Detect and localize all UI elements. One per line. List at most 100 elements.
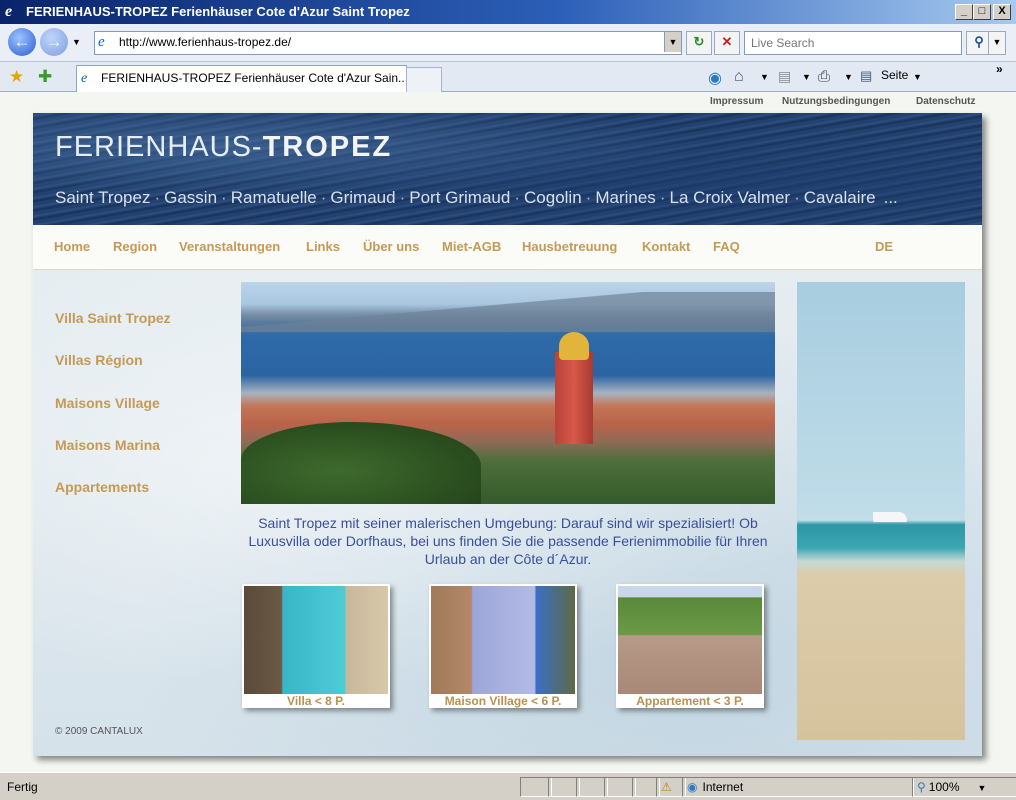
page-icon: e — [98, 34, 105, 50]
nav-region[interactable]: Region — [113, 239, 157, 254]
nav-veranstaltungen[interactable]: Veranstaltungen — [179, 239, 280, 254]
place-cavalaire: Cavalaire — [803, 188, 876, 207]
hero-image-saint-tropez — [241, 282, 775, 504]
sidenav-villas-region[interactable]: Villas Région — [55, 352, 143, 368]
place-separator: · — [659, 188, 666, 207]
hero-church-tower — [555, 352, 593, 444]
more-tools-chevron-icon[interactable]: » — [996, 62, 1003, 76]
address-field[interactable]: e http://www.ferienhaus-tropez.de/ ▼ — [94, 31, 682, 55]
zoom-dropdown-icon[interactable]: ▼ — [978, 783, 987, 793]
zoom-level: 100% — [928, 780, 960, 794]
home-dropdown-icon[interactable]: ▼ — [760, 72, 769, 82]
print-dropdown-icon[interactable]: ▼ — [844, 72, 853, 82]
back-arrow-icon[interactable]: ← — [8, 28, 36, 56]
nav-ueber-uns[interactable]: Über uns — [363, 239, 419, 254]
thumb-maison-image — [431, 586, 575, 694]
search-input[interactable] — [749, 33, 953, 53]
search-options-icon[interactable]: ▼ — [988, 31, 1006, 55]
brand-light: FERIENHAUS- — [55, 131, 263, 163]
print-icon[interactable]: ⎙ — [818, 68, 830, 85]
address-url[interactable]: http://www.ferienhaus-tropez.de/ — [119, 35, 291, 49]
thumb-appartement-image — [618, 586, 762, 694]
address-toolbar: ← → ▼ e http://www.ferienhaus-tropez.de/… — [0, 24, 1016, 62]
new-tab-button[interactable] — [406, 67, 442, 92]
page-menu-icon[interactable]: ▤ — [860, 68, 872, 84]
sidenav-maisons-marina[interactable]: Maisons Marina — [55, 437, 160, 453]
link-nutzungsbedingungen[interactable]: Nutzungsbedingungen — [782, 96, 890, 107]
thumb-villa-image — [244, 586, 388, 694]
language-switch[interactable]: DE — [875, 239, 893, 254]
history-dropdown-icon[interactable]: ▼ — [72, 37, 81, 47]
thumb-villa[interactable]: Villa < 8 P. — [242, 584, 390, 708]
site-logo[interactable]: FERIENHAUS-TROPEZ — [55, 131, 392, 164]
place-ramatuelle: Ramatuelle — [230, 188, 317, 207]
tab-label: FERIENHAUS-TROPEZ Ferienhäuser Cote d'Az… — [101, 71, 407, 85]
place-separator: · — [514, 188, 521, 207]
nav-links[interactable]: Links — [306, 239, 340, 254]
rss-icon[interactable]: ▤ — [778, 68, 791, 85]
place-separator: · — [399, 188, 406, 207]
place-separator: · — [221, 188, 227, 207]
page-menu-label[interactable]: Seite — [881, 68, 908, 82]
beach-image — [797, 282, 965, 740]
ie-logo-icon: e — [5, 3, 13, 20]
hero-church-dome — [559, 332, 589, 360]
thumb-appartement-caption: Appartement < 3 P. — [636, 694, 744, 708]
place-separator: · — [585, 188, 592, 207]
feeds-icon[interactable]: ◉ — [708, 68, 722, 88]
place-saint-tropez: Saint Tropez — [55, 188, 151, 207]
beach-yacht — [873, 512, 907, 522]
places-list: Saint Tropez · Gassin · Ramatuelle · Grimaud · P… — [55, 188, 898, 208]
close-button[interactable]: X — [993, 4, 1011, 20]
place-separator: · — [794, 188, 800, 207]
site-container: FERIENHAUS-TROPEZ Saint Tropez · Gassin · Ra… — [33, 113, 982, 756]
place-grimaud: Grimaud — [330, 188, 396, 207]
place-port-grimaud: Port Grimaud — [409, 188, 511, 207]
nav-miet-agb[interactable]: Miet-AGB — [442, 239, 501, 254]
sidenav-maisons-village[interactable]: Maisons Village — [55, 395, 160, 411]
nav-faq[interactable]: FAQ — [713, 239, 740, 254]
sidenav-villa-saint-tropez[interactable]: Villa Saint Tropez — [55, 310, 171, 326]
favorites-star-icon[interactable]: ★ — [9, 67, 24, 87]
link-impressum[interactable]: Impressum — [710, 96, 763, 107]
address-dropdown-icon[interactable]: ▼ — [664, 32, 681, 52]
place-marines: Marines — [595, 188, 656, 207]
refresh-icon[interactable]: ↻ — [686, 31, 712, 55]
forward-arrow-icon[interactable]: → — [40, 28, 68, 56]
tab-toolbar: ★ ✚ e FERIENHAUS-TROPEZ Ferienhäuser Cote… — [0, 62, 1016, 92]
maximize-button[interactable]: □ — [973, 4, 991, 20]
add-favorite-icon[interactable]: ✚ — [38, 67, 52, 87]
home-icon[interactable]: ⌂ — [734, 68, 744, 86]
zoom-control[interactable]: ⚲ 100% ▼ — [912, 777, 1016, 797]
browser-viewport: Impressum Nutzungsbedingungen Datenschut… — [0, 92, 1016, 772]
zone-label: Internet — [702, 780, 744, 794]
thumb-villa-caption: Villa < 8 P. — [287, 694, 345, 708]
places-more: ... — [883, 188, 898, 207]
place-cogolin: Cogolin — [524, 188, 582, 207]
intro-text: Saint Tropez mit seiner malerischen Umge… — [248, 515, 768, 567]
minimize-button[interactable]: _ — [955, 4, 973, 20]
status-text: Fertig — [7, 780, 38, 794]
window-title: FERIENHAUS-TROPEZ Ferienhäuser Cote d'Az… — [26, 4, 410, 19]
stop-icon[interactable]: ✕ — [714, 31, 740, 55]
sidenav-appartements[interactable]: Appartements — [55, 479, 149, 495]
place-separator: · — [320, 188, 327, 207]
thumb-maison-caption: Maison Village < 6 P. — [444, 694, 562, 708]
hero-trees — [241, 422, 481, 504]
page-dropdown-icon[interactable]: ▼ — [913, 72, 922, 82]
nav-kontakt[interactable]: Kontakt — [642, 239, 690, 254]
nav-hausbetreuung[interactable]: Hausbetreuung — [522, 239, 617, 254]
globe-icon: ◉ — [687, 780, 698, 794]
place-gassin: Gassin — [164, 188, 218, 207]
window-title-bar[interactable]: e FERIENHAUS-TROPEZ Ferienhäuser Cote d'… — [0, 0, 1016, 24]
zoom-icon: ⚲ — [917, 780, 926, 794]
security-zone[interactable]: ◉ Internet — [682, 777, 914, 797]
search-field[interactable] — [744, 31, 962, 55]
tab-active[interactable]: e FERIENHAUS-TROPEZ Ferienhäuser Cote d'A… — [76, 65, 407, 92]
thumb-appartement[interactable]: Appartement < 3 P. — [616, 584, 764, 708]
rss-dropdown-icon[interactable]: ▼ — [802, 72, 811, 82]
copyright: © 2009 CANTALUX — [55, 726, 143, 737]
thumb-maison-village[interactable]: Maison Village < 6 P. — [429, 584, 577, 708]
link-datenschutz[interactable]: Datenschutz — [916, 96, 975, 107]
nav-home[interactable]: Home — [54, 239, 90, 254]
